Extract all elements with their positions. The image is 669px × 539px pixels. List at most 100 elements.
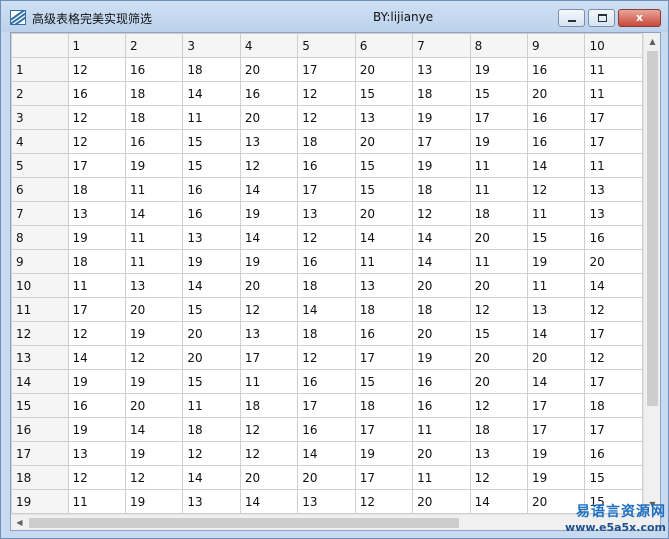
table-cell[interactable]: 18 [412,177,471,202]
minimize-button[interactable] [558,9,585,27]
table-cell[interactable]: 14 [297,441,356,466]
table-cell[interactable]: 19 [124,321,184,346]
table-cell[interactable]: 16 [526,105,586,130]
table-cell[interactable]: 12 [297,105,356,130]
row-header[interactable]: 2 [11,81,69,106]
table-cell[interactable]: 18 [354,297,414,322]
column-header[interactable]: 4 [239,33,299,58]
table-cell[interactable]: 16 [297,369,356,394]
row-header[interactable]: 12 [11,321,69,346]
table-cell[interactable]: 19 [469,57,529,82]
table-row[interactable]: 5 17 19 15 12 16 15 19 11 14 11 [11,153,643,178]
table-cell[interactable]: 13 [239,129,299,154]
table-row[interactable]: 11 17 20 15 12 14 18 18 12 13 12 [11,297,643,322]
table-cell[interactable]: 11 [67,489,126,514]
table-cell[interactable]: 11 [124,177,184,202]
table-cell[interactable]: 12 [67,465,126,490]
table-cell[interactable]: 14 [297,297,356,322]
table-cell[interactable]: 11 [182,393,241,418]
table-cell[interactable]: 14 [124,201,184,226]
row-header[interactable]: 16 [11,417,69,442]
close-button[interactable]: x [618,9,661,27]
table-cell[interactable]: 20 [469,369,529,394]
table-cell[interactable]: 13 [526,297,586,322]
table-row[interactable]: 18 12 12 14 20 20 17 11 12 19 15 [11,465,643,490]
table-cell[interactable]: 20 [297,465,356,490]
column-header[interactable]: 1 [67,33,126,58]
table-cell[interactable]: 16 [297,249,356,274]
table-cell[interactable]: 17 [297,57,356,82]
table-cell[interactable]: 20 [239,57,299,82]
table-cell[interactable]: 11 [526,273,586,298]
table-cell[interactable]: 20 [412,441,471,466]
table-cell[interactable]: 20 [526,345,586,370]
table-cell[interactable]: 16 [239,81,299,106]
table-cell[interactable]: 13 [67,441,126,466]
table-cell[interactable]: 20 [354,201,414,226]
table-cell[interactable]: 20 [469,273,529,298]
table-cell[interactable]: 18 [412,297,471,322]
table-cell[interactable]: 16 [412,369,471,394]
table-row[interactable]: 10 11 13 14 20 18 13 20 20 11 14 [11,273,643,298]
table-cell[interactable]: 17 [354,417,414,442]
table-row[interactable]: 16 19 14 18 12 16 17 11 18 17 17 [11,417,643,442]
table-row[interactable]: 13 14 12 20 17 12 17 19 20 20 12 [11,345,643,370]
table-cell[interactable]: 12 [354,489,414,514]
table-cell[interactable]: 17 [67,297,126,322]
table-cell[interactable]: 16 [584,441,643,466]
table-cell[interactable]: 12 [584,297,643,322]
vertical-scroll-thumb[interactable] [647,51,658,406]
table-cell[interactable]: 19 [67,417,126,442]
table-cell[interactable]: 16 [124,129,184,154]
table-cell[interactable]: 20 [239,465,299,490]
table-cell[interactable]: 15 [354,81,414,106]
table-cell[interactable]: 17 [526,393,586,418]
table-cell[interactable]: 12 [412,201,471,226]
table-cell[interactable]: 12 [239,441,299,466]
scroll-up-icon[interactable]: ▲ [644,33,660,50]
table-cell[interactable]: 20 [412,321,471,346]
table-cell[interactable]: 15 [354,177,414,202]
table-cell[interactable]: 19 [239,201,299,226]
vertical-scrollbar[interactable]: ▲ ▼ [643,33,660,514]
table-cell[interactable]: 15 [584,465,643,490]
table-cell[interactable]: 16 [182,177,241,202]
table-cell[interactable]: 17 [584,105,643,130]
table-cell[interactable]: 12 [469,393,529,418]
table-cell[interactable]: 20 [469,345,529,370]
table-cell[interactable]: 19 [526,465,586,490]
table-cell[interactable]: 13 [469,441,529,466]
row-header[interactable]: 3 [11,105,69,130]
table-cell[interactable]: 18 [469,417,529,442]
row-header[interactable]: 13 [11,345,69,370]
table-cell[interactable]: 18 [354,393,414,418]
table-cell[interactable]: 13 [124,273,184,298]
table-cell[interactable]: 12 [469,297,529,322]
table-cell[interactable]: 16 [354,321,414,346]
table-cell[interactable]: 15 [182,369,241,394]
table-row[interactable]: 12 12 19 20 13 18 16 20 15 14 17 [11,321,643,346]
table-cell[interactable]: 15 [354,153,414,178]
table-cell[interactable]: 13 [239,321,299,346]
table-cell[interactable]: 14 [354,225,414,250]
row-header[interactable]: 18 [11,465,69,490]
table-cell[interactable]: 18 [297,273,356,298]
table-cell[interactable]: 16 [67,81,126,106]
table-cell[interactable]: 11 [584,57,643,82]
table-cell[interactable]: 11 [67,273,126,298]
table-cell[interactable]: 14 [526,153,586,178]
table-cell[interactable]: 19 [67,369,126,394]
row-header[interactable]: 7 [11,201,69,226]
table-cell[interactable]: 12 [526,177,586,202]
table-cell[interactable]: 17 [584,129,643,154]
table-cell[interactable]: 11 [124,225,184,250]
table-cell[interactable]: 17 [297,393,356,418]
table-row[interactable]: 8 19 11 13 14 12 14 14 20 15 16 [11,225,643,250]
table-cell[interactable]: 18 [297,129,356,154]
table-cell[interactable]: 15 [469,321,529,346]
table-cell[interactable]: 18 [182,417,241,442]
table-cell[interactable]: 18 [584,393,643,418]
column-header[interactable]: 3 [182,33,241,58]
table-cell[interactable]: 14 [412,225,471,250]
column-header[interactable]: 6 [354,33,414,58]
